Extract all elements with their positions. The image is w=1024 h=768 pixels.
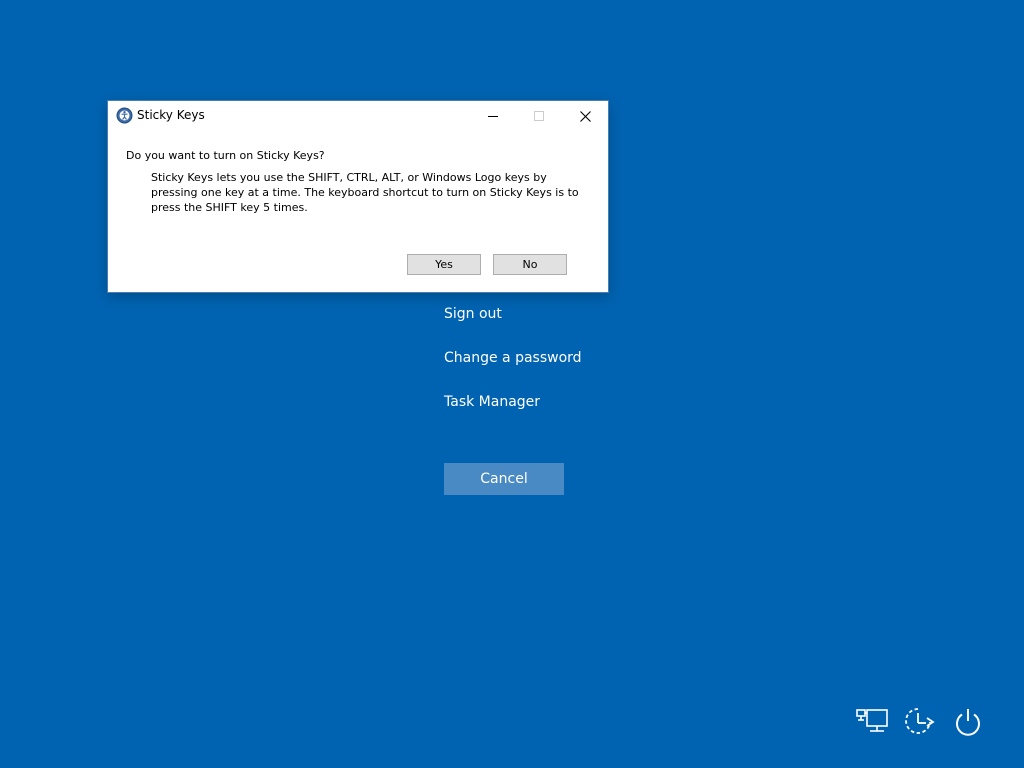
task-manager-link[interactable]: Task Manager (444, 384, 644, 420)
security-options-list: Sign out Change a password Task Manager (444, 296, 644, 428)
sticky-keys-dialog: Sticky Keys Do you want to turn on Stick… (108, 101, 608, 292)
close-icon[interactable] (562, 101, 608, 131)
ease-of-access-icon[interactable] (901, 704, 937, 740)
sticky-keys-icon (116, 107, 133, 124)
minimize-icon[interactable] (470, 101, 516, 131)
sign-out-link[interactable]: Sign out (444, 296, 644, 332)
cancel-button[interactable]: Cancel (444, 463, 564, 495)
dialog-question: Do you want to turn on Sticky Keys? (126, 149, 325, 162)
maximize-icon (516, 101, 562, 131)
dialog-titlebar[interactable]: Sticky Keys (108, 101, 608, 131)
yes-button[interactable]: Yes (407, 254, 481, 275)
change-password-link[interactable]: Change a password (444, 340, 644, 376)
power-icon[interactable] (950, 704, 986, 740)
dialog-description: Sticky Keys lets you use the SHIFT, CTRL… (151, 171, 579, 214)
dialog-title: Sticky Keys (137, 108, 205, 122)
no-button[interactable]: No (493, 254, 567, 275)
network-icon[interactable] (854, 704, 890, 740)
